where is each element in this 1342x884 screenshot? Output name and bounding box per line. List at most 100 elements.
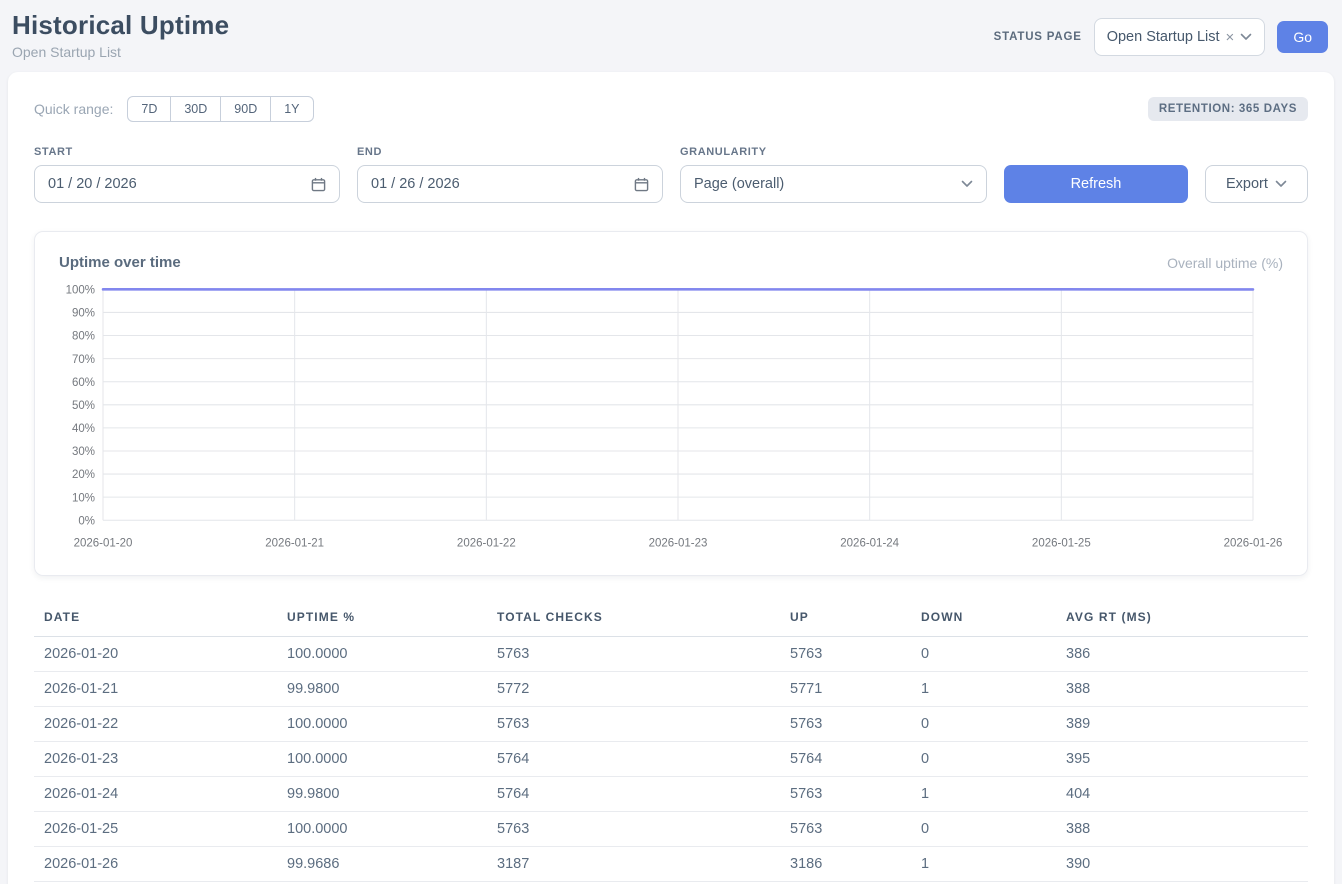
x-axis-tick-label: 2026-01-25 — [1032, 536, 1091, 549]
table-cell: 5771 — [780, 672, 911, 707]
table-body: 2026-01-20100.00005763576303862026-01-21… — [34, 637, 1308, 882]
x-axis-tick-label: 2026-01-24 — [840, 536, 899, 549]
y-axis-tick-label: 30% — [72, 445, 96, 458]
clear-selection-icon[interactable]: × — [1226, 30, 1235, 45]
y-axis-tick-label: 40% — [72, 422, 96, 435]
y-axis-tick-label: 10% — [72, 491, 96, 504]
table-cell: 1 — [911, 847, 1056, 882]
calendar-icon — [311, 177, 326, 192]
table-cell: 0 — [911, 812, 1056, 847]
table-cell: 0 — [911, 707, 1056, 742]
start-date-field: START 01 / 20 / 2026 — [34, 146, 340, 203]
table-cell: 390 — [1056, 847, 1308, 882]
table-cell: 1 — [911, 777, 1056, 812]
table-cell: 5763 — [780, 812, 911, 847]
table-cell: 2026-01-22 — [34, 707, 277, 742]
table-cell: 388 — [1056, 812, 1308, 847]
chart-title: Uptime over time — [59, 254, 181, 271]
table-header-row: DATEUPTIME %TOTAL CHECKSUPDOWNAVG RT (MS… — [34, 602, 1308, 637]
table-cell: 3187 — [487, 847, 780, 882]
table-cell: 100.0000 — [277, 637, 487, 672]
column-header: TOTAL CHECKS — [487, 602, 780, 637]
table-cell: 5763 — [487, 707, 780, 742]
end-date-field: END 01 / 26 / 2026 — [357, 146, 663, 203]
table-cell: 5763 — [487, 637, 780, 672]
table-head: DATEUPTIME %TOTAL CHECKSUPDOWNAVG RT (MS… — [34, 602, 1308, 637]
table-cell: 99.9800 — [277, 777, 487, 812]
table-cell: 5763 — [780, 777, 911, 812]
export-button-label: Export — [1226, 176, 1268, 192]
uptime-chart: 0%10%20%30%40%50%60%70%80%90%100%2026-01… — [57, 281, 1285, 561]
granularity-select[interactable]: Page (overall) — [680, 165, 987, 203]
end-label: END — [357, 146, 663, 158]
table-row: 2026-01-20100.0000576357630386 — [34, 637, 1308, 672]
table-row: 2026-01-2199.9800577257711388 — [34, 672, 1308, 707]
status-page-select[interactable]: Open Startup List × — [1094, 18, 1266, 56]
table-cell: 100.0000 — [277, 812, 487, 847]
table-cell: 100.0000 — [277, 742, 487, 777]
y-axis-tick-label: 20% — [72, 468, 96, 481]
title-block: Historical Uptime Open Startup List — [12, 10, 229, 60]
table-cell: 0 — [911, 742, 1056, 777]
table-cell: 2026-01-26 — [34, 847, 277, 882]
table-cell: 3186 — [780, 847, 911, 882]
column-header: UP — [780, 602, 911, 637]
y-axis-tick-label: 0% — [78, 514, 95, 527]
quick-range-90d-button[interactable]: 90D — [220, 96, 271, 122]
table-cell: 2026-01-24 — [34, 777, 277, 812]
column-header: DOWN — [911, 602, 1056, 637]
granularity-label: GRANULARITY — [680, 146, 987, 158]
granularity-selected-value: Page (overall) — [694, 176, 784, 192]
table-row: 2026-01-25100.0000576357630388 — [34, 812, 1308, 847]
table-cell: 395 — [1056, 742, 1308, 777]
page-subtitle: Open Startup List — [12, 44, 229, 60]
x-axis-tick-label: 2026-01-21 — [265, 536, 324, 549]
go-button[interactable]: Go — [1277, 21, 1328, 53]
granularity-field: GRANULARITY Page (overall) — [680, 146, 987, 203]
table-cell: 2026-01-21 — [34, 672, 277, 707]
chart-legend: Overall uptime (%) — [1167, 255, 1283, 271]
start-date-input[interactable]: 01 / 20 / 2026 — [34, 165, 340, 203]
calendar-icon — [634, 177, 649, 192]
table-cell: 389 — [1056, 707, 1308, 742]
status-page-controls: STATUS PAGE Open Startup List × Go — [994, 18, 1328, 56]
quick-range-1y-button[interactable]: 1Y — [270, 96, 313, 122]
table-cell: 404 — [1056, 777, 1308, 812]
quick-range-label: Quick range: — [34, 101, 113, 117]
y-axis-tick-label: 60% — [72, 376, 96, 389]
table-cell: 100.0000 — [277, 707, 487, 742]
x-axis-tick-label: 2026-01-22 — [457, 536, 516, 549]
table-row: 2026-01-2699.9686318731861390 — [34, 847, 1308, 882]
y-axis-tick-label: 90% — [72, 306, 96, 319]
table-row: 2026-01-2499.9800576457631404 — [34, 777, 1308, 812]
quick-range-group: 7D30D90D1Y — [127, 96, 313, 122]
table-cell: 5763 — [780, 637, 911, 672]
chart-header: Uptime over time Overall uptime (%) — [57, 250, 1285, 281]
y-axis-tick-label: 80% — [72, 329, 96, 342]
x-axis-tick-label: 2026-01-20 — [74, 536, 133, 549]
status-page-label: STATUS PAGE — [994, 31, 1082, 43]
column-header: UPTIME % — [277, 602, 487, 637]
chevron-down-icon — [1240, 33, 1252, 41]
status-page-selected-value: Open Startup List — [1107, 29, 1220, 45]
table-row: 2026-01-23100.0000576457640395 — [34, 742, 1308, 777]
refresh-button[interactable]: Refresh — [1004, 165, 1188, 203]
start-label: START — [34, 146, 340, 158]
column-header: DATE — [34, 602, 277, 637]
main-panel: Quick range: 7D30D90D1Y RETENTION: 365 D… — [8, 72, 1334, 884]
quick-range-30d-button[interactable]: 30D — [170, 96, 221, 122]
retention-badge: RETENTION: 365 DAYS — [1148, 97, 1308, 121]
quick-range-7d-button[interactable]: 7D — [127, 96, 171, 122]
uptime-table: DATEUPTIME %TOTAL CHECKSUPDOWNAVG RT (MS… — [34, 602, 1308, 882]
table-cell: 386 — [1056, 637, 1308, 672]
table-cell: 2026-01-20 — [34, 637, 277, 672]
end-date-input[interactable]: 01 / 26 / 2026 — [357, 165, 663, 203]
x-axis-tick-label: 2026-01-26 — [1224, 536, 1283, 549]
table-cell: 5764 — [487, 777, 780, 812]
y-axis-tick-label: 70% — [72, 353, 96, 366]
table-cell: 5764 — [780, 742, 911, 777]
export-button[interactable]: Export — [1205, 165, 1308, 203]
table-cell: 2026-01-23 — [34, 742, 277, 777]
y-axis-tick-label: 50% — [72, 399, 96, 412]
table-cell: 5763 — [780, 707, 911, 742]
